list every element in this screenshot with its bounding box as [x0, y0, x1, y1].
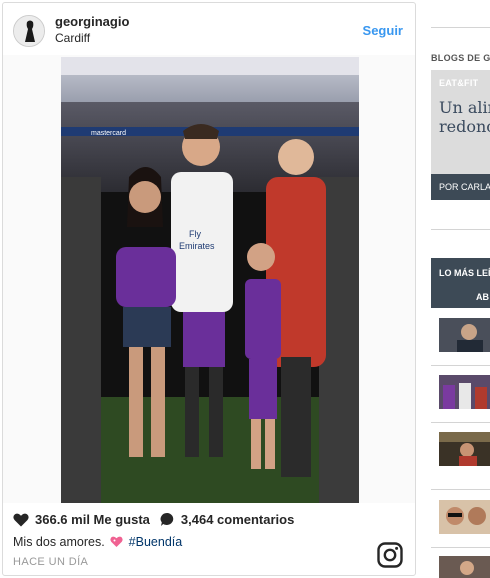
divider: [431, 547, 490, 548]
article-thumbnail[interactable]: [439, 556, 490, 578]
article-thumbnail[interactable]: [439, 318, 490, 352]
divider: [431, 27, 490, 28]
article-thumbnail[interactable]: [439, 375, 490, 409]
blog-headline[interactable]: Un alir redonc: [439, 98, 490, 136]
blog-tag[interactable]: EAT&FIT: [439, 78, 478, 88]
media-frame: mastercard Fly Emirates: [3, 55, 415, 503]
follow-button[interactable]: Seguir: [363, 23, 403, 38]
heart-icon[interactable]: [13, 513, 29, 527]
hashtag-link[interactable]: #Buendía: [129, 535, 183, 549]
blogs-section-title: BLOGS DE GE: [431, 53, 490, 63]
post-footer: 366.6 mil Me gusta 3,464 comentarios Mis…: [3, 505, 415, 575]
username-link[interactable]: georginagio: [55, 14, 129, 29]
blog-byline-bar: POR CARLA: [431, 174, 490, 200]
page: georginagio Cardiff Seguir mastercard Fl…: [0, 0, 490, 578]
shirt-text-emirates: Emirates: [179, 241, 215, 251]
post-header: georginagio Cardiff Seguir: [3, 3, 415, 57]
caption-text: Mis dos amores.: [13, 535, 105, 549]
shirt-text-fly: Fly: [189, 229, 201, 239]
banner-text: mastercard: [91, 130, 126, 137]
most-read-title: LO MÁS LEÍ: [439, 268, 490, 278]
divider: [431, 422, 490, 423]
blog-author: POR CARLA: [439, 182, 490, 192]
post-photo[interactable]: mastercard Fly Emirates: [61, 57, 359, 503]
avatar[interactable]: [13, 15, 45, 47]
caption: Mis dos amores. #Buendía: [13, 535, 182, 549]
heart-sticker-icon: [110, 536, 123, 547]
blog-card[interactable]: EAT&FIT Un alir redonc POR CARLA: [431, 70, 490, 200]
instagram-embed: georginagio Cardiff Seguir mastercard Fl…: [2, 2, 416, 576]
blog-headline-line1: Un alir: [439, 98, 490, 117]
divider: [431, 489, 490, 490]
post-timestamp[interactable]: HACE UN DÍA: [13, 556, 88, 568]
comment-bubble-icon[interactable]: [160, 512, 175, 527]
comments-count[interactable]: 3,464 comentarios: [181, 512, 294, 527]
article-thumbnail[interactable]: [439, 432, 490, 466]
location-link[interactable]: Cardiff: [55, 31, 90, 45]
likes-count[interactable]: 366.6 mil Me gusta: [35, 512, 150, 527]
most-read-header: LO MÁS LEÍ AB: [431, 258, 490, 308]
instagram-logo-icon[interactable]: [377, 542, 403, 568]
most-read-subtitle: AB: [476, 292, 489, 302]
engagement-stats: 366.6 mil Me gusta 3,464 comentarios: [13, 512, 294, 527]
right-sidebar: BLOGS DE GE EAT&FIT Un alir redonc POR C…: [431, 0, 490, 578]
divider: [431, 365, 490, 366]
divider: [431, 229, 490, 230]
blog-headline-line2: redonc: [439, 117, 490, 136]
article-thumbnail[interactable]: [439, 500, 490, 534]
